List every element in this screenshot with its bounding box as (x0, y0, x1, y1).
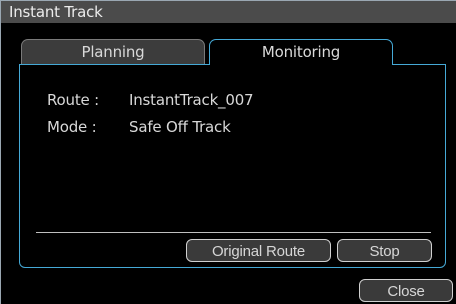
stop-button[interactable]: Stop (337, 239, 432, 262)
mode-label: Mode : (47, 118, 97, 136)
tab-monitoring-label: Monitoring (261, 43, 341, 61)
monitoring-panel: Route : InstantTrack_007 Mode : Safe Off T… (19, 64, 446, 268)
route-row: Route : InstantTrack_007 (47, 90, 254, 110)
tab-planning-label: Planning (81, 43, 145, 61)
original-route-button[interactable]: Original Route (186, 239, 331, 262)
mode-value: Safe Off Track (129, 118, 231, 136)
close-button[interactable]: Close (359, 279, 453, 302)
tab-planning[interactable]: Planning (21, 39, 205, 65)
panel-divider (36, 232, 431, 233)
title-bar[interactable]: Instant Track (1, 1, 456, 23)
instant-track-dialog: Instant Track Planning Monitoring Route … (0, 0, 456, 304)
tab-monitoring[interactable]: Monitoring (209, 39, 393, 65)
route-label: Route : (47, 91, 99, 109)
mode-row: Mode : Safe Off Track (47, 117, 231, 137)
window-title: Instant Track (9, 3, 103, 21)
route-value: InstantTrack_007 (129, 91, 254, 109)
